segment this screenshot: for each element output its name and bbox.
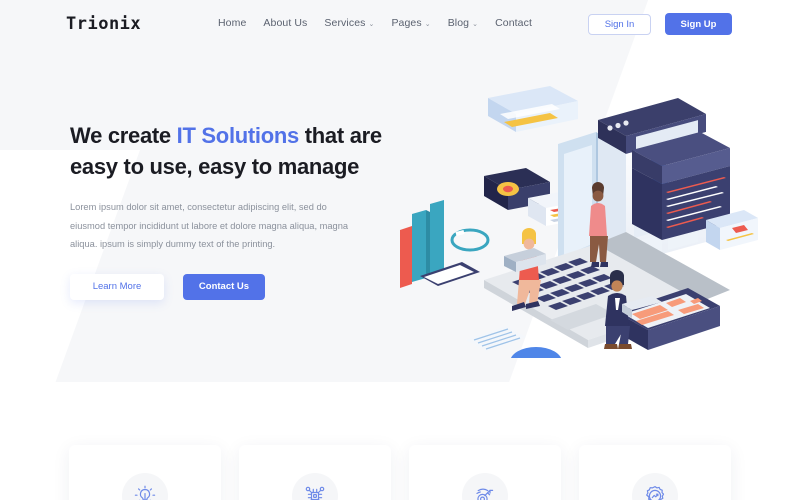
- hero-title-line2: easy to use, easy to manage: [70, 154, 360, 179]
- learn-more-button[interactable]: Learn More: [70, 273, 164, 300]
- nav-menu: Home About Us Services ⌄ Pages ⌄ Blog ⌄ …: [218, 17, 532, 29]
- hero-title: We create IT Solutions that are easy to …: [70, 120, 400, 182]
- art-bar-chart-right: [406, 202, 420, 278]
- hero-title-part2: that are: [298, 123, 382, 148]
- gear-chart-icon: [632, 473, 678, 500]
- processor-network-icon: [292, 473, 338, 500]
- nav-item-blog[interactable]: Blog ⌄: [448, 17, 478, 29]
- feature-card-3[interactable]: [409, 445, 561, 500]
- chevron-down-icon: ⌄: [472, 20, 479, 28]
- hero-title-part1: We create: [70, 123, 177, 148]
- art-document: [466, 326, 526, 351]
- art-floating-card-topleft: [488, 86, 578, 132]
- sign-in-button[interactable]: Sign In: [588, 13, 651, 35]
- feature-card-1[interactable]: [69, 445, 221, 500]
- nav-item-label: Pages: [391, 17, 422, 29]
- auth-buttons: Sign In Sign Up: [588, 13, 732, 35]
- chevron-down-icon: ⌄: [368, 20, 375, 28]
- nav-item-label: About Us: [263, 17, 308, 29]
- art-pie-chart: [510, 347, 562, 381]
- feature-card-4[interactable]: [579, 445, 731, 500]
- feature-cards: [0, 445, 800, 500]
- nav-item-label: Home: [218, 17, 247, 29]
- chevron-down-icon: ⌄: [424, 20, 431, 28]
- nav-item-contact[interactable]: Contact: [495, 17, 532, 29]
- nav-item-home[interactable]: Home: [218, 17, 246, 29]
- feature-card-2[interactable]: [239, 445, 391, 500]
- nav-item-pages[interactable]: Pages ⌄: [391, 17, 430, 29]
- navbar: Trionix Home About Us Services ⌄ Pages ⌄…: [0, 0, 800, 48]
- nav-item-services[interactable]: Services ⌄: [324, 17, 374, 29]
- hero-cta-group: Learn More Contact Us: [70, 273, 400, 300]
- hero-paragraph: Lorem ipsum dolor sit amet, consectetur …: [70, 202, 349, 249]
- landing-page: Trionix Home About Us Services ⌄ Pages ⌄…: [0, 0, 800, 500]
- nav-item-about-us[interactable]: About Us: [263, 17, 307, 29]
- lightbulb-icon: [122, 473, 168, 500]
- contact-us-button[interactable]: Contact Us: [183, 273, 265, 300]
- hero-title-accent: IT Solutions: [176, 123, 300, 148]
- hero-content: We create IT Solutions that are easy to …: [70, 120, 400, 300]
- lock-security-icon: [462, 473, 508, 500]
- nav-item-label: Services: [324, 17, 366, 29]
- nav-item-label: Contact: [495, 17, 532, 29]
- art-teal-ring: [450, 228, 490, 252]
- nav-item-label: Blog: [447, 17, 470, 29]
- sign-up-button[interactable]: Sign Up: [665, 13, 732, 35]
- brand-logo[interactable]: Trionix: [66, 14, 141, 34]
- hero-illustration: [388, 58, 760, 381]
